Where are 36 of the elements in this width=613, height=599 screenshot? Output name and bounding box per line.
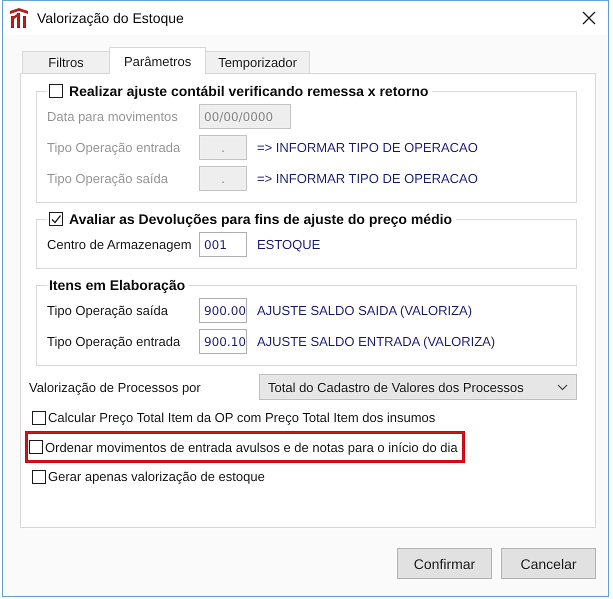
field-description: => INFORMAR TIPO DE OPERACAO bbox=[257, 171, 478, 186]
group-title: Realizar ajuste contábil verificando remessa x retorno bbox=[69, 83, 428, 99]
tab[interactable]: Temporizador bbox=[205, 51, 310, 73]
window-title: Valorização do Estoque bbox=[37, 10, 184, 26]
dropdown[interactable]: Total do Cadastro de Valores dos Processos bbox=[259, 374, 577, 400]
confirm-button[interactable]: Confirmar bbox=[397, 548, 492, 579]
tab[interactable]: Parâmetros bbox=[109, 47, 206, 74]
field-label: Tipo Operação saída bbox=[47, 303, 169, 318]
close-icon[interactable] bbox=[582, 11, 596, 25]
field-label: Centro de Armazenagem bbox=[47, 237, 193, 252]
cancel-button[interactable]: Cancelar bbox=[501, 548, 596, 579]
input-field[interactable]: 900.10 bbox=[199, 329, 247, 354]
field-label: Valorização de Processos por bbox=[29, 380, 202, 394]
chevron-down-icon bbox=[557, 384, 568, 390]
checkbox-label: Ordenar movimentos de entrada avulsos e de notas para o início do dia bbox=[45, 440, 458, 454]
group-title: Avaliar as Devoluções para fins de ajuste do preço médio bbox=[69, 211, 452, 227]
checkbox-label: Gerar apenas valorização de estoque bbox=[48, 469, 265, 484]
input-field[interactable]: 001 bbox=[199, 232, 247, 257]
field-description: ESTOQUE bbox=[257, 237, 320, 252]
field-label: Tipo Operação entrada bbox=[47, 140, 182, 155]
field-description: AJUSTE SALDO ENTRADA (VALORIZA) bbox=[257, 334, 496, 349]
checkbox[interactable] bbox=[49, 212, 63, 226]
field-description: => INFORMAR TIPO DE OPERACAO bbox=[257, 140, 478, 155]
field-label: Tipo Operação entrada bbox=[47, 334, 182, 349]
checkbox[interactable] bbox=[32, 410, 46, 424]
group-title: Itens em Elaboração bbox=[49, 277, 186, 293]
checkbox-label: Calcular Preço Total Item da OP com Preço Total Item dos insumos bbox=[48, 410, 436, 425]
field-label: Data para movimentos bbox=[47, 109, 179, 124]
field-label: Tipo Operação saída bbox=[47, 171, 169, 186]
checkbox[interactable] bbox=[32, 470, 46, 484]
checkbox[interactable] bbox=[49, 84, 63, 98]
input-field[interactable]: 900.00 bbox=[199, 298, 247, 323]
app-logo-icon bbox=[9, 7, 29, 29]
checkbox[interactable] bbox=[29, 440, 43, 454]
field-description: AJUSTE SALDO SAIDA (VALORIZA) bbox=[257, 303, 472, 318]
tab[interactable]: Filtros bbox=[22, 51, 110, 73]
